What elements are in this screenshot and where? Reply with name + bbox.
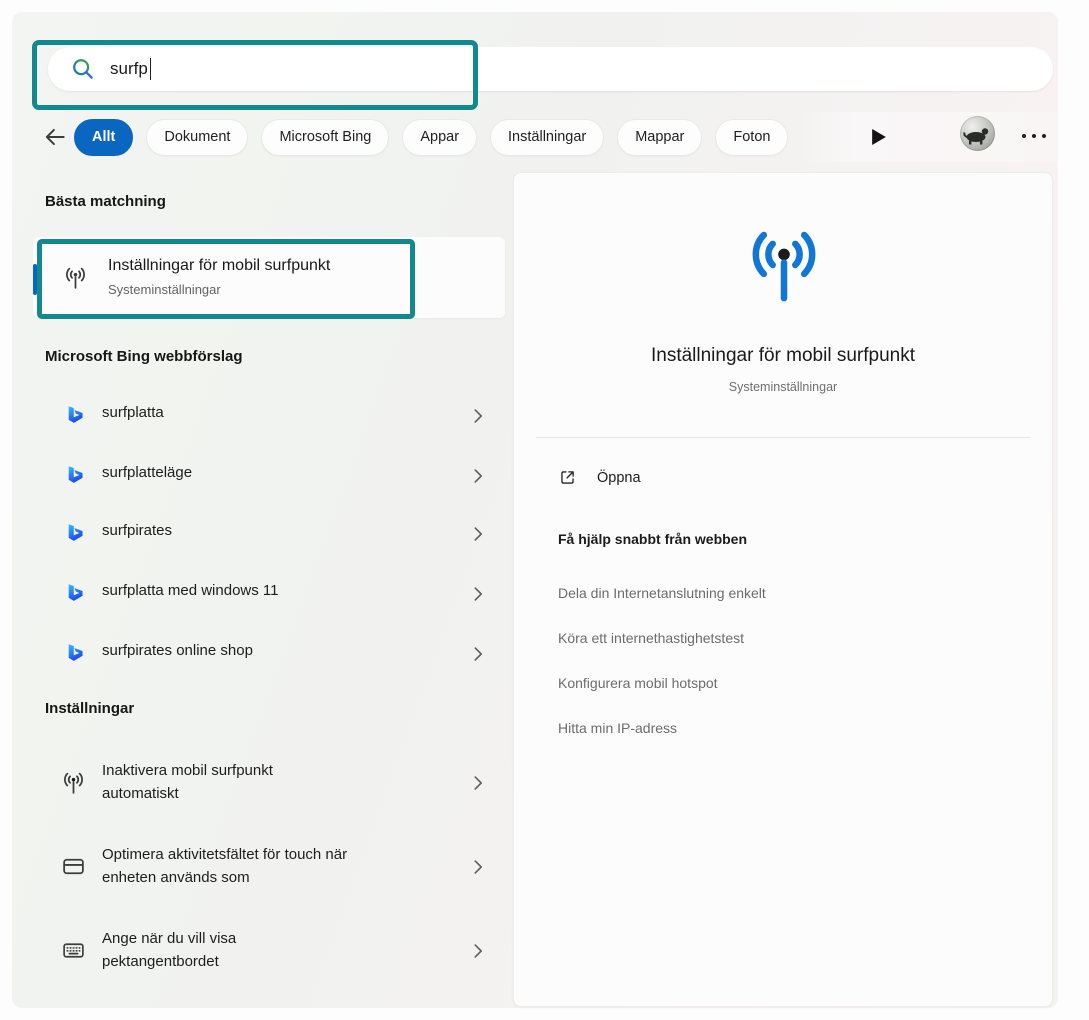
bing-suggestions-header: Microsoft Bing webbförslag xyxy=(45,348,243,365)
preview-title: Inställningar för mobil surfpunkt xyxy=(514,345,1052,367)
preview-subtitle: Systeminställningar xyxy=(514,380,1052,394)
hotspot-icon xyxy=(61,770,86,795)
bing-icon xyxy=(65,583,84,602)
tab-strip: Allt Dokument Microsoft Bing Appar Instä… xyxy=(74,112,886,162)
help-link[interactable]: Köra ett internethastighetstest xyxy=(558,630,744,646)
settings-result-row[interactable]: Ange när du vill visa pektangentbordet xyxy=(33,913,505,987)
hotspot-icon xyxy=(63,265,88,290)
web-help-header: Få hjälp snabbt från webben xyxy=(558,531,747,547)
animal-photo xyxy=(960,116,995,151)
open-action[interactable]: Öppna xyxy=(558,468,641,487)
filter-tabs-row: Allt Dokument Microsoft Bing Appar Instä… xyxy=(12,112,1058,162)
settings-result-label: Inaktivera mobil surfpunkt automatiskt xyxy=(102,759,320,805)
chevron-right-icon xyxy=(474,647,483,661)
more-options-icon[interactable] xyxy=(1022,134,1046,138)
chevron-right-icon xyxy=(474,527,483,541)
preview-panel: Inställningar för mobil surfpunkt System… xyxy=(513,172,1053,1007)
bing-suggestion-label: surfplatta xyxy=(102,404,164,421)
tab-appar[interactable]: Appar xyxy=(402,119,477,156)
bing-icon xyxy=(65,523,84,542)
help-link[interactable]: Hitta min IP-adress xyxy=(558,720,677,736)
help-link[interactable]: Dela din Internetanslutning enkelt xyxy=(558,585,766,601)
chevron-right-icon xyxy=(474,860,483,874)
settings-result-label: Optimera aktivitetsfältet för touch när … xyxy=(102,843,378,889)
bing-suggestion-row[interactable]: surfpirates xyxy=(33,507,505,559)
bing-suggestion-row[interactable]: surfplatta med windows 11 xyxy=(33,567,505,619)
text-cursor xyxy=(150,58,152,80)
chevron-right-icon xyxy=(474,409,483,423)
bing-suggestion-label: surfpirates xyxy=(102,522,172,539)
tablet-icon xyxy=(61,854,86,879)
tab-dokument[interactable]: Dokument xyxy=(146,119,248,156)
divider xyxy=(536,437,1030,438)
tab-strip-fade xyxy=(802,112,1058,162)
back-arrow-icon[interactable] xyxy=(42,124,68,150)
bing-icon xyxy=(65,405,84,424)
chevron-right-icon xyxy=(474,776,483,790)
settings-result-label: Ange när du vill visa pektangentbordet xyxy=(102,927,320,973)
settings-result-row[interactable]: Inaktivera mobil surfpunkt automatiskt xyxy=(33,745,505,819)
scroll-tabs-right-icon[interactable] xyxy=(872,129,886,145)
tab-installningar[interactable]: Inställningar xyxy=(490,119,604,156)
settings-section-header: Inställningar xyxy=(45,700,134,717)
touch-keyboard-icon xyxy=(61,938,86,963)
search-bar[interactable]: surfp xyxy=(48,47,1053,91)
open-external-icon xyxy=(558,468,577,487)
chevron-right-icon xyxy=(474,944,483,958)
best-match-result[interactable]: Inställningar för mobil surfpunkt System… xyxy=(33,237,505,318)
bing-suggestion-label: surfpirates online shop xyxy=(102,642,253,659)
bing-suggestion-row[interactable]: surfplatteläge xyxy=(33,449,505,501)
help-link[interactable]: Konfigurera mobil hotspot xyxy=(558,675,718,691)
hotspot-icon xyxy=(742,223,826,305)
search-icon xyxy=(70,56,96,82)
search-flyout-window: surfp Allt Dokument Microsoft Bing Appar… xyxy=(12,12,1058,1008)
best-match-header: Bästa matchning xyxy=(45,193,166,210)
search-input[interactable]: surfp xyxy=(110,59,148,79)
bing-icon xyxy=(65,465,84,484)
tab-foton[interactable]: Foton xyxy=(715,119,788,156)
selection-accent-bar xyxy=(33,264,37,295)
bing-suggestion-row[interactable]: surfpirates online shop xyxy=(33,627,505,679)
bing-suggestion-label: surfplatta med windows 11 xyxy=(102,582,278,599)
tab-microsoft-bing[interactable]: Microsoft Bing xyxy=(261,119,389,156)
best-match-subtitle: Systeminställningar xyxy=(108,282,221,297)
chevron-right-icon xyxy=(474,587,483,601)
settings-result-row[interactable]: Optimera aktivitetsfältet för touch när … xyxy=(33,829,505,903)
bing-suggestion-label: surfplatteläge xyxy=(102,464,192,481)
tab-mappar[interactable]: Mappar xyxy=(617,119,702,156)
bing-icon xyxy=(65,643,84,662)
best-match-title: Inställningar för mobil surfpunkt xyxy=(108,257,330,275)
chevron-right-icon xyxy=(474,469,483,483)
bing-suggestion-row[interactable]: surfplatta xyxy=(33,389,505,441)
tab-allt[interactable]: Allt xyxy=(74,119,133,156)
user-avatar[interactable] xyxy=(960,116,995,151)
open-label: Öppna xyxy=(597,470,641,486)
